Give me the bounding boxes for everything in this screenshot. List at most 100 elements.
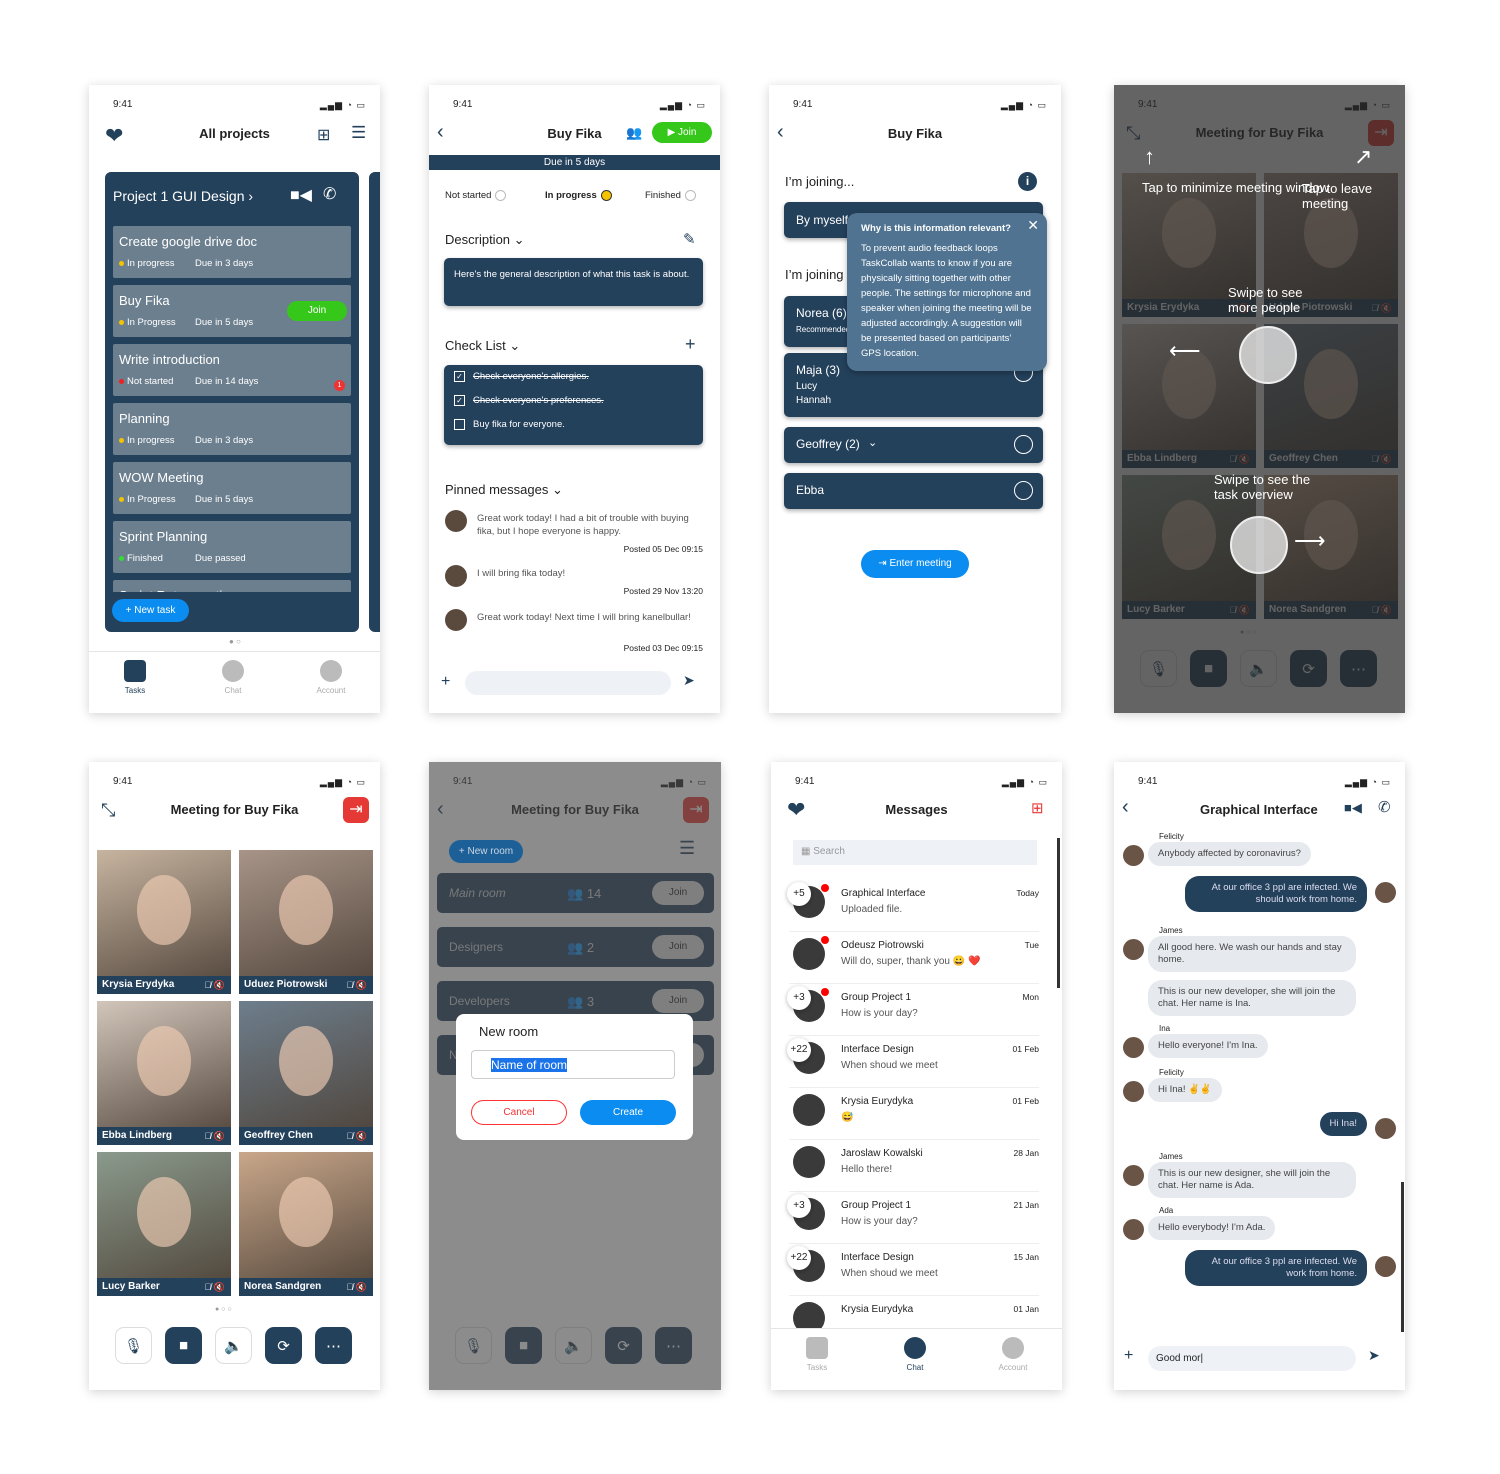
- task-card[interactable]: Create google drive doc In progress Due in…: [113, 226, 351, 278]
- participants-icon[interactable]: 👥: [626, 125, 642, 141]
- task-card[interactable]: Planning In progress Due in 3 days: [113, 403, 351, 455]
- enter-meeting-button[interactable]: ⇥ Enter meeting: [861, 550, 969, 578]
- checklist-header[interactable]: Check List ⌄: [445, 338, 520, 354]
- cancel-button[interactable]: Cancel: [471, 1100, 567, 1125]
- message-bubble[interactable]: This is our new designer, she will join …: [1148, 1162, 1356, 1198]
- speaker-muted-icon[interactable]: 🔈: [215, 1327, 252, 1364]
- chat-row[interactable]: Krysia Eurydyka 😅 01 Feb: [789, 1088, 1039, 1140]
- back-icon[interactable]: ‹: [1122, 796, 1129, 819]
- phone-icon[interactable]: ✆: [323, 184, 336, 204]
- new-room-button[interactable]: + New room: [449, 840, 523, 863]
- task-card[interactable]: Sprint Planning Finished Due passed: [113, 521, 351, 573]
- screen-task-detail: 9:41 ▂▄▆ ◔ ▭ ‹ Buy Fika 👥 ▶ Join Due in 5…: [429, 85, 720, 713]
- checklist-item[interactable]: ✓ Check everyone's preferences.: [454, 395, 604, 406]
- radio-button[interactable]: [684, 190, 696, 201]
- join-meeting-button[interactable]: ▶ Join: [652, 122, 712, 143]
- project-title[interactable]: Project 1 GUI Design ›: [113, 188, 253, 204]
- task-card[interactable]: WOW Meeting In Progress Due in 5 days: [113, 462, 351, 514]
- message-bubble[interactable]: At our office 3 ppl are infected. We sho…: [1185, 876, 1367, 912]
- chat-row[interactable]: +22 Interface Design When shoud we meet 01 …: [787, 1036, 1039, 1088]
- edit-icon[interactable]: ✎: [683, 230, 696, 248]
- task-card[interactable]: Write introduction Not started Due in 14 d…: [113, 344, 351, 396]
- chat-row[interactable]: +3 Group Project 1 How is your day? 21 Jan: [787, 1192, 1039, 1244]
- tab-tasks[interactable]: Tasks: [787, 1337, 847, 1372]
- select-radio[interactable]: [1014, 481, 1033, 500]
- create-button[interactable]: Create: [580, 1100, 676, 1125]
- participant-tile[interactable]: Krysia Erydyka 🎙̸ 🔇: [97, 850, 231, 994]
- status-option[interactable]: Not started: [445, 190, 507, 201]
- search-input[interactable]: ▦ Search: [793, 840, 1037, 865]
- tab-chat[interactable]: Chat: [203, 660, 263, 695]
- add-project-icon[interactable]: ⊞: [317, 125, 330, 145]
- send-icon[interactable]: ➤: [1368, 1347, 1380, 1364]
- participant-tile[interactable]: Norea Sandgren 🎙̸ 🔇: [239, 1152, 373, 1296]
- scrollbar[interactable]: [1057, 838, 1060, 988]
- message-bubble[interactable]: Hi Ina! ✌️✌️: [1148, 1078, 1222, 1102]
- task-card[interactable]: Buy Fika In Progress Due in 5 days Join: [113, 285, 351, 337]
- message-bubble[interactable]: Hi Ina!: [1319, 1112, 1367, 1136]
- message-bubble[interactable]: Anybody affected by coronavirus?: [1148, 842, 1311, 866]
- message-bubble[interactable]: At our office 3 ppl are infected. We wor…: [1185, 1250, 1367, 1286]
- add-checklist-item-icon[interactable]: +: [685, 334, 696, 355]
- radio-button[interactable]: [600, 190, 612, 201]
- message-bubble[interactable]: Hello everybody! I'm Ada.: [1148, 1216, 1276, 1240]
- checkbox-checked-icon[interactable]: ✓: [454, 371, 465, 382]
- add-attachment-icon[interactable]: +: [1124, 1347, 1133, 1365]
- message-input[interactable]: Good mor|: [1148, 1346, 1356, 1371]
- checkbox-icon[interactable]: [454, 419, 465, 430]
- send-icon[interactable]: ➤: [683, 672, 695, 689]
- chat-list: +5 Graphical Interface Uploaded file. Today…: [771, 880, 1062, 1328]
- new-message-icon[interactable]: ⊞: [1031, 799, 1044, 817]
- group-option[interactable]: Geoffrey (2) ⌄: [784, 427, 1043, 463]
- checkbox-checked-icon[interactable]: ✓: [454, 395, 465, 406]
- tab-tasks[interactable]: Tasks: [105, 660, 165, 695]
- pinned-message[interactable]: I will bring fika today! Posted 29 Nov 13…: [445, 565, 703, 609]
- chat-row[interactable]: +5 Graphical Interface Uploaded file. Today: [787, 880, 1039, 932]
- tab-account[interactable]: Account: [301, 660, 361, 695]
- more-options-icon[interactable]: ⋯: [315, 1327, 352, 1364]
- pinned-message[interactable]: Great work today! I had a bit of trouble…: [445, 510, 703, 554]
- description-header[interactable]: Description ⌄: [445, 232, 525, 248]
- room-name-input[interactable]: Name of room: [471, 1050, 675, 1079]
- info-icon[interactable]: i: [1018, 172, 1037, 191]
- checklist-item[interactable]: Buy fika for everyone.: [454, 419, 565, 430]
- close-icon[interactable]: ✕: [1027, 217, 1039, 234]
- message-input[interactable]: [465, 671, 671, 695]
- message-bubble[interactable]: All good here. We wash our hands and sta…: [1148, 936, 1356, 972]
- mic-muted-icon[interactable]: 🎙: [115, 1327, 152, 1364]
- chat-row[interactable]: +3 Group Project 1 How is your day? Mon: [787, 984, 1039, 1036]
- chat-row[interactable]: Jaroslaw Kowalski Hello there! 28 Jan: [789, 1140, 1039, 1192]
- participant-tile[interactable]: Ebba Lindberg 🎙̸ 🔇: [97, 1001, 231, 1145]
- message-bubble[interactable]: Hello everyone! I'm Ina.: [1148, 1034, 1268, 1058]
- chat-row[interactable]: +22 Interface Design When shoud we meet 15 …: [787, 1244, 1039, 1296]
- tab-chat[interactable]: Chat: [885, 1337, 945, 1372]
- add-attachment-icon[interactable]: +: [441, 673, 450, 691]
- video-call-icon[interactable]: ■◀: [1344, 800, 1362, 816]
- next-project-card[interactable]: [369, 172, 380, 632]
- task-join-button[interactable]: Join: [287, 301, 347, 321]
- phone-icon[interactable]: ✆: [1378, 798, 1391, 816]
- new-task-button[interactable]: + New task: [112, 599, 189, 622]
- chat-row[interactable]: Krysia Eurydyka 01 Jan: [789, 1296, 1039, 1328]
- group-option[interactable]: Ebba: [784, 473, 1043, 509]
- tab-account[interactable]: Account: [983, 1337, 1043, 1372]
- pinned-messages-header[interactable]: Pinned messages ⌄: [445, 482, 563, 498]
- participant-tile[interactable]: Geoffrey Chen 🎙̸ 🔇: [239, 1001, 373, 1145]
- filter-settings-icon[interactable]: ☰: [351, 123, 366, 143]
- switch-camera-icon[interactable]: ⟳: [265, 1327, 302, 1364]
- status-option[interactable]: In progress: [545, 190, 612, 201]
- participant-tile[interactable]: Uduez Piotrowski 🎙̸ 🔇: [239, 850, 373, 994]
- camera-icon[interactable]: ■: [165, 1327, 202, 1364]
- message-bubble[interactable]: This is our new developer, she will join…: [1148, 980, 1356, 1016]
- chat-row[interactable]: Odeusz Piotrowski Will do, super, thank y…: [789, 932, 1039, 984]
- leave-meeting-button[interactable]: ⇥: [343, 797, 369, 823]
- task-card[interactable]: Sprint Retrospective: [113, 580, 351, 592]
- status-option[interactable]: Finished: [645, 190, 696, 201]
- pinned-message[interactable]: Great work today! Next time I will bring…: [445, 609, 703, 653]
- checklist-item[interactable]: ✓ Check everyone's allergies.: [454, 371, 589, 382]
- video-call-icon[interactable]: ■◀: [290, 185, 312, 205]
- scrollbar[interactable]: [1401, 1182, 1404, 1332]
- participant-tile[interactable]: Lucy Barker 🎙̸ 🔇: [97, 1152, 231, 1296]
- radio-button[interactable]: [495, 190, 507, 201]
- select-radio[interactable]: [1014, 435, 1033, 454]
